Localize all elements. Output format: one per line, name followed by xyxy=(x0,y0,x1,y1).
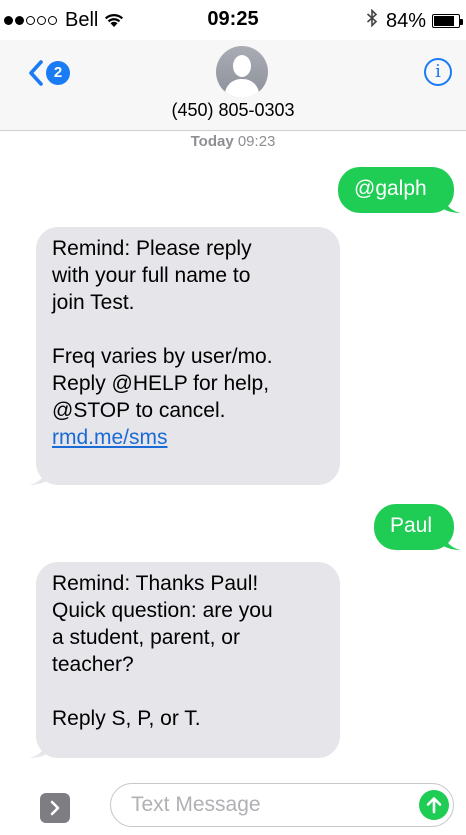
messages-screen: Bell 09:25 84% 2 (450) 805-0303 i Today … xyxy=(0,0,466,835)
timestamp-time: 09:23 xyxy=(237,133,276,150)
battery-icon xyxy=(432,14,463,28)
conversation-timestamp: Today 09:23 xyxy=(0,133,466,150)
send-button[interactable] xyxy=(419,790,449,820)
conversation-header: 2 (450) 805-0303 i xyxy=(0,40,466,131)
battery-percent: 84% xyxy=(385,9,426,32)
message-text: @galph xyxy=(354,177,427,200)
message-line: join Test. xyxy=(52,291,135,314)
message-line: Remind: Please reply xyxy=(52,237,252,260)
bubble-tail xyxy=(29,465,49,485)
info-icon: i xyxy=(435,61,441,82)
message-line: @STOP to cancel. xyxy=(52,399,226,422)
message-line: with your full name to xyxy=(52,264,251,287)
message-text: Paul xyxy=(390,514,433,537)
compose-bar xyxy=(0,763,466,835)
arrow-up-icon xyxy=(426,797,442,814)
info-button[interactable]: i xyxy=(424,58,452,86)
message-line: Freq varies by user/mo. xyxy=(52,345,273,368)
contact-name[interactable]: (450) 805-0303 xyxy=(0,100,466,121)
status-bar-right: 84% xyxy=(366,8,463,33)
outgoing-message-bubble[interactable]: @galph xyxy=(338,167,461,213)
message-line: Remind: Thanks Paul! xyxy=(52,572,259,595)
back-button[interactable]: 2 xyxy=(28,60,70,86)
bubble-tail xyxy=(441,193,461,213)
person-silhouette-icon xyxy=(224,55,260,98)
status-bar: Bell 09:25 84% xyxy=(0,0,466,40)
battery-fill xyxy=(434,16,454,26)
chevron-left-icon xyxy=(28,60,44,86)
message-list[interactable]: Today 09:23 @galph Remind: Please reply … xyxy=(0,131,466,761)
contact-avatar[interactable] xyxy=(216,46,268,98)
incoming-message-bubble[interactable]: Remind: Thanks Paul! Quick question: are… xyxy=(29,562,340,758)
bubble-tail xyxy=(441,530,461,550)
message-line: Quick question: are you xyxy=(52,599,273,622)
message-input-container[interactable] xyxy=(110,783,454,827)
chevron-right-icon xyxy=(50,800,60,816)
bubble-tail xyxy=(29,738,49,758)
unread-count-badge: 2 xyxy=(46,61,70,85)
timestamp-day: Today xyxy=(190,133,234,150)
message-line: Reply @HELP for help, xyxy=(52,372,270,395)
message-line: Reply S, P, or T. xyxy=(52,707,201,730)
message-line: teacher? xyxy=(52,653,134,676)
incoming-message-bubble[interactable]: Remind: Please reply with your full name… xyxy=(29,227,340,485)
bluetooth-icon xyxy=(366,8,378,33)
outgoing-message-bubble[interactable]: Paul xyxy=(374,504,461,550)
battery-cap xyxy=(460,19,463,25)
message-line: a student, parent, or xyxy=(52,626,240,649)
app-drawer-button[interactable] xyxy=(40,793,70,823)
sms-link[interactable]: rmd.me/sms xyxy=(52,426,168,449)
message-input[interactable] xyxy=(131,792,391,818)
